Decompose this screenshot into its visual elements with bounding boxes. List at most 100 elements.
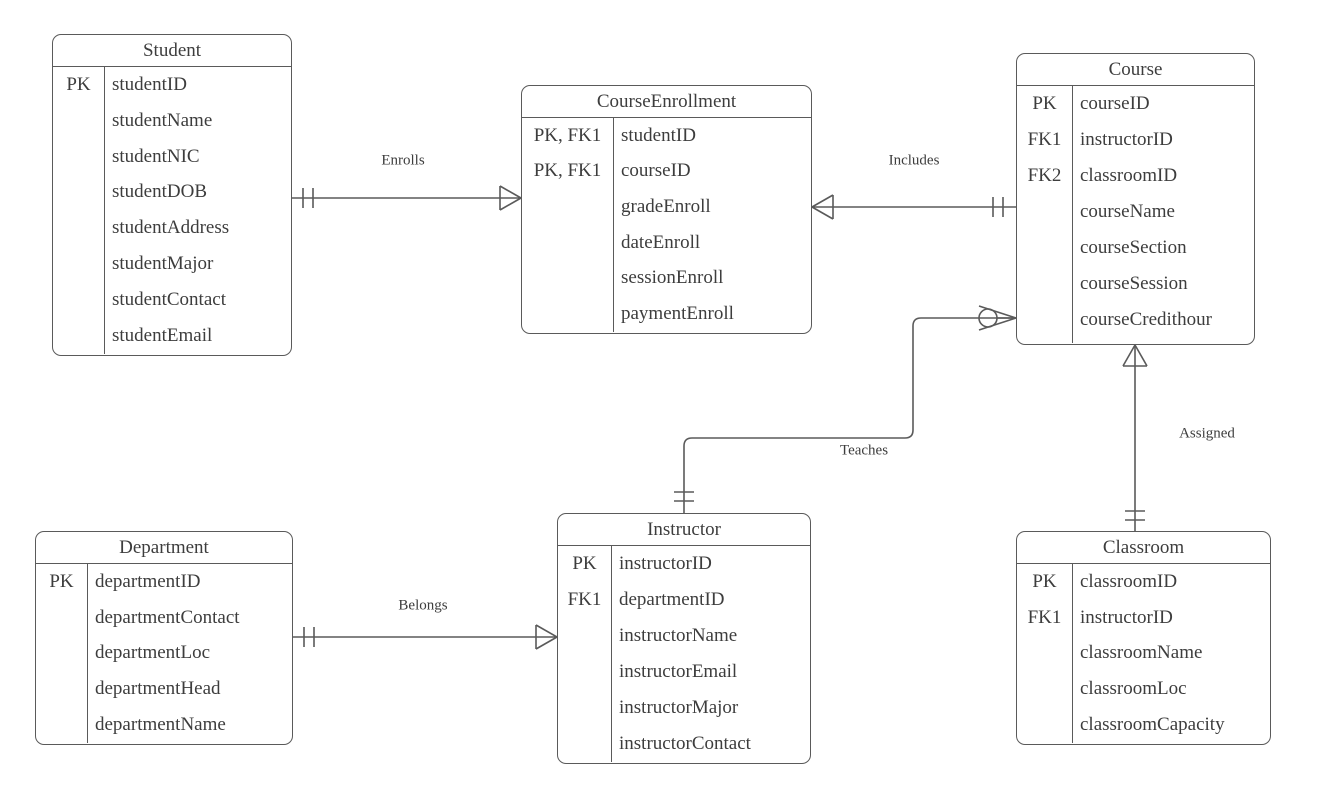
attribute-name: courseID: [1080, 93, 1150, 114]
attribute-name: courseSession: [1080, 273, 1188, 294]
entity-body-classroom: PK FK1 classroomID instructorID classroomNam…: [1017, 564, 1270, 743]
attribute-key: [1017, 194, 1072, 230]
attribute-key: FK2: [1027, 165, 1062, 186]
attribute-key: [558, 690, 611, 726]
attribute-key: [522, 189, 613, 225]
attribute-key: [1017, 266, 1072, 302]
attribute-name: classroomName: [1080, 642, 1203, 664]
attribute-name: sessionEnroll: [621, 267, 724, 289]
key-column-student: PK: [53, 67, 105, 354]
attribute-key: [53, 246, 104, 282]
attribute-name: courseCredithour: [1080, 309, 1212, 330]
attribute-name: instructorID: [1080, 129, 1173, 150]
attribute-name: classroomLoc: [1080, 678, 1187, 700]
entity-title-course: Course: [1017, 54, 1254, 86]
attribute-name: gradeEnroll: [621, 196, 711, 218]
attribute-key: [53, 103, 104, 139]
attribute-name: instructorName: [619, 624, 738, 646]
attribute-name: studentNIC: [112, 145, 200, 167]
connector-includes: [811, 194, 1016, 220]
attribute-key: [522, 296, 613, 332]
attribute-name: studentContact: [112, 288, 226, 310]
attribute-name: classroomID: [1080, 570, 1178, 592]
entity-body-course_enrollment: PK, FK1 PK, FK1 studentID courseID gradeEnro…: [522, 118, 811, 332]
attribute-key: [53, 282, 104, 318]
attribute-key: [53, 210, 104, 246]
entity-title-department: Department: [36, 532, 292, 564]
attribute-key: [1017, 230, 1072, 266]
relationship-label-assigned: Assigned: [1179, 425, 1235, 442]
attribute-key: [1017, 671, 1072, 707]
attribute-name: instructorID: [619, 552, 712, 574]
relationship-label-teaches: Teaches: [839, 442, 889, 459]
attribute-name: instructorContact: [619, 732, 751, 754]
attribute-name: studentAddress: [112, 217, 230, 239]
attribute-key: [522, 261, 613, 297]
attribute-key: PK, FK1: [533, 124, 602, 146]
relationship-label-includes: Includes: [888, 152, 940, 169]
key-column-course: PK FK1 FK2: [1017, 86, 1073, 343]
entity-body-department: PK departmentID departmentContact departmen…: [36, 564, 292, 743]
entity-title-classroom: Classroom: [1017, 532, 1270, 564]
attribute-name: studentID: [112, 73, 187, 95]
entity-student[interactable]: Student PK studentID studentName studentNIC s…: [52, 34, 292, 356]
entity-course_enrollment[interactable]: CourseEnrollment PK, FK1 PK, FK1 studentID c…: [521, 85, 812, 334]
entity-classroom[interactable]: Classroom PK FK1 classroomID instructorID cla…: [1016, 531, 1271, 745]
attribute-name: departmentID: [619, 588, 725, 610]
attribute-key: [36, 671, 87, 707]
entity-title-instructor: Instructor: [558, 514, 810, 546]
attribute-key: FK1: [1027, 606, 1062, 628]
attribute-key: [53, 175, 104, 211]
attribute-key: [53, 139, 104, 175]
attribute-key: PK: [1032, 570, 1057, 592]
attribute-key: PK: [1032, 93, 1057, 114]
attribute-name: courseSection: [1080, 237, 1187, 258]
attribute-key: PK, FK1: [533, 160, 602, 182]
attribute-name: departmentContact: [95, 606, 240, 628]
attribute-name: courseID: [621, 160, 691, 182]
attribute-name: studentName: [112, 109, 213, 131]
connector-assigned: [1122, 344, 1148, 531]
attribute-key: [558, 654, 611, 690]
attribute-key: [522, 225, 613, 261]
attribute-name: departmentName: [95, 713, 226, 735]
attribute-name: studentEmail: [112, 324, 213, 346]
attribute-column-student: studentID studentName studentNIC studentDOB…: [105, 67, 291, 354]
attribute-key: [1017, 636, 1072, 672]
connector-enrolls: [292, 185, 522, 211]
attribute-key: [36, 707, 87, 743]
entity-title-course_enrollment: CourseEnrollment: [522, 86, 811, 118]
connector-teaches: [674, 305, 1017, 513]
attribute-column-course: courseID instructorID classroomID courseNam…: [1073, 86, 1254, 343]
attribute-name: classroomCapacity: [1080, 713, 1225, 735]
attribute-key: [36, 600, 87, 636]
entity-body-course: PK FK1 FK2 courseID instructorID classroomID c…: [1017, 86, 1254, 343]
attribute-name: paymentEnroll: [621, 302, 734, 324]
connector-belongs: [293, 624, 558, 650]
entity-department[interactable]: Department PK departmentID departmentContac…: [35, 531, 293, 745]
attribute-name: instructorID: [1080, 606, 1173, 628]
entity-body-student: PK studentID studentName studentNIC studentD…: [53, 67, 291, 354]
relationship-label-enrolls: Enrolls: [381, 152, 425, 169]
entity-instructor[interactable]: Instructor PK FK1 instructorID departmentID i…: [557, 513, 811, 764]
attribute-name: departmentHead: [95, 678, 221, 700]
attribute-column-classroom: classroomID instructorID classroomName clas…: [1073, 564, 1270, 743]
attribute-column-course_enrollment: studentID courseID gradeEnroll dateEnroll se…: [614, 118, 811, 332]
attribute-key: [558, 618, 611, 654]
attribute-key: [36, 636, 87, 672]
relationship-label-belongs: Belongs: [398, 597, 448, 614]
attribute-name: departmentID: [95, 570, 201, 592]
attribute-name: dateEnroll: [621, 231, 701, 253]
attribute-name: instructorMajor: [619, 696, 739, 718]
attribute-key: [558, 726, 611, 762]
key-column-classroom: PK FK1: [1017, 564, 1073, 743]
attribute-key: PK: [49, 570, 74, 592]
key-column-instructor: PK FK1: [558, 546, 612, 762]
attribute-name: studentDOB: [112, 181, 207, 203]
attribute-name: courseName: [1080, 201, 1175, 222]
entity-course[interactable]: Course PK FK1 FK2 courseID instructorID classr…: [1016, 53, 1255, 345]
attribute-name: departmentLoc: [95, 642, 211, 664]
attribute-key: [53, 318, 104, 354]
attribute-key: [1017, 707, 1072, 743]
attribute-key: PK: [66, 73, 91, 95]
